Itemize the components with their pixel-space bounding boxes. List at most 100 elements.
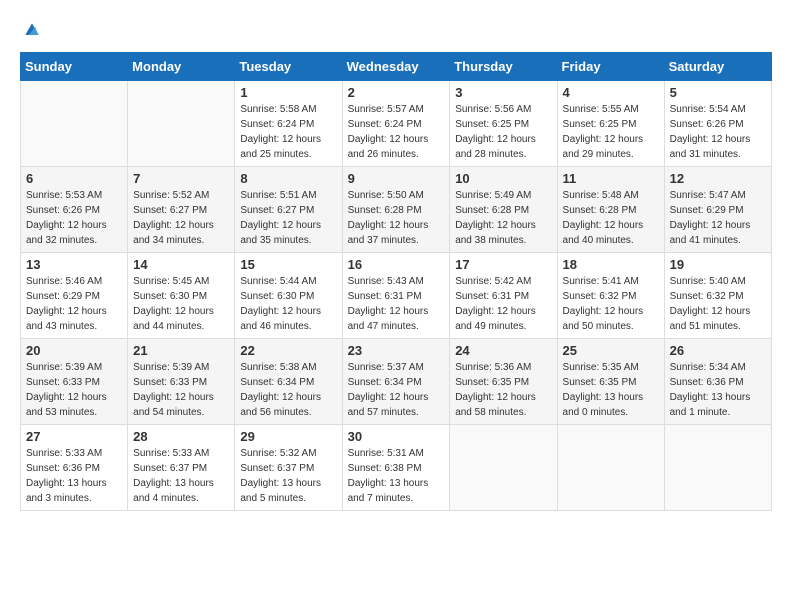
calendar-week-row: 1Sunrise: 5:58 AM Sunset: 6:24 PM Daylig…	[21, 81, 772, 167]
calendar-cell: 1Sunrise: 5:58 AM Sunset: 6:24 PM Daylig…	[235, 81, 342, 167]
calendar-cell: 27Sunrise: 5:33 AM Sunset: 6:36 PM Dayli…	[21, 425, 128, 511]
day-info: Sunrise: 5:37 AM Sunset: 6:34 PM Dayligh…	[348, 360, 445, 420]
day-number: 27	[26, 429, 122, 444]
day-number: 15	[240, 257, 336, 272]
calendar-cell: 10 Sunrise: 5:49 AM Sunset: 6:28 PM Dayli…	[450, 167, 557, 253]
day-info: Sunrise: 5:57 AM Sunset: 6:24 PM Dayligh…	[348, 102, 445, 162]
day-number: 20	[26, 343, 122, 358]
day-info: Sunrise: 5:38 AM Sunset: 6:34 PM Dayligh…	[240, 360, 336, 420]
calendar-cell: 23 Sunrise: 5:37 AM Sunset: 6:34 PM Dayli…	[342, 339, 450, 425]
day-number: 23	[348, 343, 445, 358]
day-number: 24	[455, 343, 551, 358]
day-info: Sunrise: 5:39 AM Sunset: 6:33 PM Dayligh…	[133, 360, 229, 420]
calendar-cell: 19 Sunrise: 5:40 AM Sunset: 6:32 PM Dayli…	[664, 253, 771, 339]
day-number: 16	[348, 257, 445, 272]
calendar-cell	[557, 425, 664, 511]
day-number: 8	[240, 171, 336, 186]
day-info: Sunrise: 5:48 AM Sunset: 6:28 PM Dayligh…	[563, 188, 659, 248]
col-header-monday: Monday	[128, 53, 235, 81]
day-number: 14	[133, 257, 229, 272]
day-number: 22	[240, 343, 336, 358]
day-info: Sunrise: 5:56 AM Sunset: 6:25 PM Dayligh…	[455, 102, 551, 162]
calendar-cell	[128, 81, 235, 167]
calendar-cell: 16 Sunrise: 5:43 AM Sunset: 6:31 PM Dayli…	[342, 253, 450, 339]
calendar-cell: 6 Sunrise: 5:53 AM Sunset: 6:26 PM Daylig…	[21, 167, 128, 253]
day-info: Sunrise: 5:41 AM Sunset: 6:32 PM Dayligh…	[563, 274, 659, 334]
calendar-cell	[21, 81, 128, 167]
calendar-header-row: SundayMondayTuesdayWednesdayThursdayFrid…	[21, 53, 772, 81]
col-header-saturday: Saturday	[664, 53, 771, 81]
day-info: Sunrise: 5:35 AM Sunset: 6:35 PM Dayligh…	[563, 360, 659, 420]
calendar-cell	[664, 425, 771, 511]
day-info: Sunrise: 5:54 AM Sunset: 6:26 PM Dayligh…	[670, 102, 766, 162]
calendar-cell: 14 Sunrise: 5:45 AM Sunset: 6:30 PM Dayli…	[128, 253, 235, 339]
calendar-cell: 9 Sunrise: 5:50 AM Sunset: 6:28 PM Daylig…	[342, 167, 450, 253]
col-header-friday: Friday	[557, 53, 664, 81]
day-info: Sunrise: 5:49 AM Sunset: 6:28 PM Dayligh…	[455, 188, 551, 248]
day-number: 25	[563, 343, 659, 358]
day-number: 4	[563, 85, 659, 100]
day-number: 7	[133, 171, 229, 186]
calendar-cell: 2Sunrise: 5:57 AM Sunset: 6:24 PM Daylig…	[342, 81, 450, 167]
day-number: 6	[26, 171, 122, 186]
col-header-tuesday: Tuesday	[235, 53, 342, 81]
day-number: 30	[348, 429, 445, 444]
calendar-cell: 29Sunrise: 5:32 AM Sunset: 6:37 PM Dayli…	[235, 425, 342, 511]
day-info: Sunrise: 5:51 AM Sunset: 6:27 PM Dayligh…	[240, 188, 336, 248]
calendar-table: SundayMondayTuesdayWednesdayThursdayFrid…	[20, 52, 772, 511]
day-number: 11	[563, 171, 659, 186]
day-number: 21	[133, 343, 229, 358]
calendar-cell: 11 Sunrise: 5:48 AM Sunset: 6:28 PM Dayli…	[557, 167, 664, 253]
day-number: 19	[670, 257, 766, 272]
day-info: Sunrise: 5:47 AM Sunset: 6:29 PM Dayligh…	[670, 188, 766, 248]
calendar-cell: 21 Sunrise: 5:39 AM Sunset: 6:33 PM Dayli…	[128, 339, 235, 425]
day-number: 26	[670, 343, 766, 358]
page-header	[20, 20, 772, 36]
day-number: 10	[455, 171, 551, 186]
calendar-cell: 24 Sunrise: 5:36 AM Sunset: 6:35 PM Dayli…	[450, 339, 557, 425]
day-number: 28	[133, 429, 229, 444]
day-info: Sunrise: 5:31 AM Sunset: 6:38 PM Dayligh…	[348, 446, 445, 506]
day-info: Sunrise: 5:34 AM Sunset: 6:36 PM Dayligh…	[670, 360, 766, 420]
day-number: 13	[26, 257, 122, 272]
calendar-cell: 12 Sunrise: 5:47 AM Sunset: 6:29 PM Dayli…	[664, 167, 771, 253]
day-number: 12	[670, 171, 766, 186]
calendar-cell: 26 Sunrise: 5:34 AM Sunset: 6:36 PM Dayli…	[664, 339, 771, 425]
day-info: Sunrise: 5:33 AM Sunset: 6:37 PM Dayligh…	[133, 446, 229, 506]
day-info: Sunrise: 5:43 AM Sunset: 6:31 PM Dayligh…	[348, 274, 445, 334]
day-info: Sunrise: 5:44 AM Sunset: 6:30 PM Dayligh…	[240, 274, 336, 334]
calendar-cell: 20 Sunrise: 5:39 AM Sunset: 6:33 PM Dayli…	[21, 339, 128, 425]
day-info: Sunrise: 5:42 AM Sunset: 6:31 PM Dayligh…	[455, 274, 551, 334]
day-number: 18	[563, 257, 659, 272]
calendar-cell: 25 Sunrise: 5:35 AM Sunset: 6:35 PM Dayli…	[557, 339, 664, 425]
day-number: 5	[670, 85, 766, 100]
col-header-thursday: Thursday	[450, 53, 557, 81]
day-info: Sunrise: 5:39 AM Sunset: 6:33 PM Dayligh…	[26, 360, 122, 420]
calendar-cell: 13 Sunrise: 5:46 AM Sunset: 6:29 PM Dayli…	[21, 253, 128, 339]
calendar-cell: 17 Sunrise: 5:42 AM Sunset: 6:31 PM Dayli…	[450, 253, 557, 339]
day-number: 9	[348, 171, 445, 186]
calendar-week-row: 20 Sunrise: 5:39 AM Sunset: 6:33 PM Dayli…	[21, 339, 772, 425]
calendar-cell: 28 Sunrise: 5:33 AM Sunset: 6:37 PM Dayli…	[128, 425, 235, 511]
calendar-cell: 15 Sunrise: 5:44 AM Sunset: 6:30 PM Dayli…	[235, 253, 342, 339]
calendar-week-row: 6 Sunrise: 5:53 AM Sunset: 6:26 PM Daylig…	[21, 167, 772, 253]
day-info: Sunrise: 5:46 AM Sunset: 6:29 PM Dayligh…	[26, 274, 122, 334]
day-number: 1	[240, 85, 336, 100]
logo-icon	[22, 20, 42, 40]
day-info: Sunrise: 5:40 AM Sunset: 6:32 PM Dayligh…	[670, 274, 766, 334]
day-info: Sunrise: 5:55 AM Sunset: 6:25 PM Dayligh…	[563, 102, 659, 162]
day-info: Sunrise: 5:45 AM Sunset: 6:30 PM Dayligh…	[133, 274, 229, 334]
logo	[20, 20, 42, 36]
calendar-cell	[450, 425, 557, 511]
day-number: 17	[455, 257, 551, 272]
calendar-cell: 7Sunrise: 5:52 AM Sunset: 6:27 PM Daylig…	[128, 167, 235, 253]
calendar-cell: 5 Sunrise: 5:54 AM Sunset: 6:26 PM Daylig…	[664, 81, 771, 167]
day-number: 29	[240, 429, 336, 444]
calendar-cell: 30 Sunrise: 5:31 AM Sunset: 6:38 PM Dayli…	[342, 425, 450, 511]
day-info: Sunrise: 5:36 AM Sunset: 6:35 PM Dayligh…	[455, 360, 551, 420]
day-info: Sunrise: 5:50 AM Sunset: 6:28 PM Dayligh…	[348, 188, 445, 248]
calendar-cell: 4 Sunrise: 5:55 AM Sunset: 6:25 PM Daylig…	[557, 81, 664, 167]
calendar-week-row: 13 Sunrise: 5:46 AM Sunset: 6:29 PM Dayli…	[21, 253, 772, 339]
day-info: Sunrise: 5:53 AM Sunset: 6:26 PM Dayligh…	[26, 188, 122, 248]
col-header-wednesday: Wednesday	[342, 53, 450, 81]
